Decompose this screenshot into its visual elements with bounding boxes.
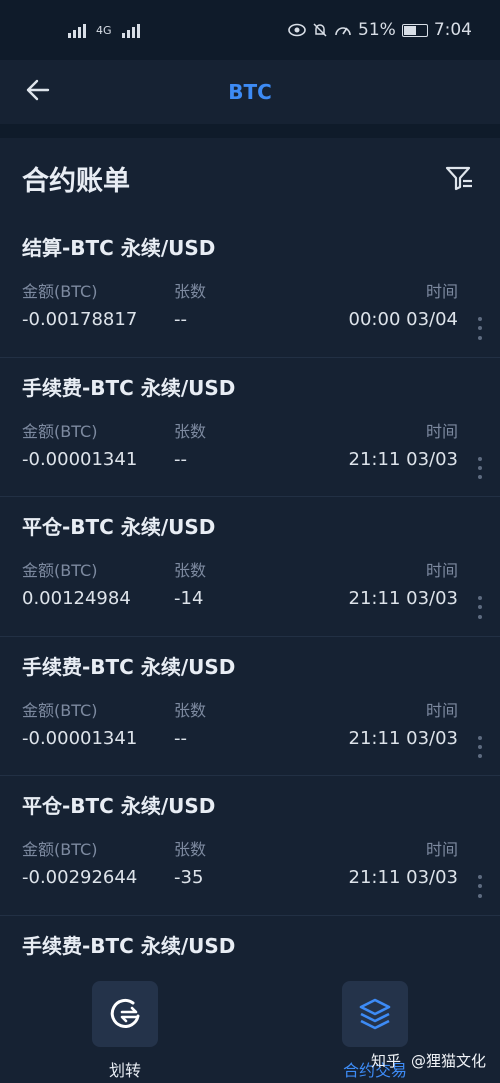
time-value: 21:11 03/03 xyxy=(348,727,458,749)
more-icon[interactable] xyxy=(472,733,488,761)
record-values: 0.00124984 -14 21:11 03/03 xyxy=(22,588,478,614)
count-value: -- xyxy=(174,309,187,330)
bottom-action-bar: 划转 合约交易 知乎 @狸猫文化 xyxy=(0,963,500,1083)
time-label: 时间 xyxy=(425,561,458,580)
page-title: BTC xyxy=(228,80,272,104)
record-title: 平仓-BTC 永续/USD xyxy=(22,794,216,818)
clock: 7:04 xyxy=(433,20,472,40)
record-labels: 金额(BTC) 张数 时间 xyxy=(22,836,478,859)
amount-value: -0.00001341 xyxy=(22,727,138,749)
battery-icon xyxy=(401,23,428,37)
record-title: 结算-BTC 永续/USD xyxy=(22,236,216,260)
time-label: 时间 xyxy=(425,282,458,301)
count-value: -- xyxy=(174,448,187,470)
list-item[interactable]: 结算-BTC 永续/USD 金额(BTC) 张数 时间 -0.00178817 … xyxy=(0,218,500,358)
section-header: 合约账单 xyxy=(0,138,500,218)
record-list: 结算-BTC 永续/USD 金额(BTC) 张数 时间 -0.00178817 … xyxy=(0,218,500,1055)
count-label: 张数 xyxy=(174,561,207,580)
list-item[interactable]: 平仓-BTC 永续/USD 金额(BTC) 张数 时间 -0.00292644 … xyxy=(0,776,500,916)
record-values: -0.00178817 -- 00:00 03/04 xyxy=(22,309,478,335)
more-icon[interactable] xyxy=(472,454,488,482)
record-labels: 金额(BTC) 张数 时间 xyxy=(22,697,478,720)
amount-label: 金额(BTC) xyxy=(22,561,98,580)
transfer-label: 划转 xyxy=(108,1061,141,1080)
signal-icon-2 xyxy=(121,22,140,38)
amount-label: 金额(BTC) xyxy=(22,282,98,301)
amount-value: -0.00001341 xyxy=(22,448,138,470)
mute-icon xyxy=(313,23,327,37)
layers-icon xyxy=(359,998,391,1030)
watermark-site: 知乎 xyxy=(370,1052,401,1070)
amount-label: 金额(BTC) xyxy=(22,421,98,441)
amount-value: -0.00292644 xyxy=(22,867,138,888)
battery-percent: 51% xyxy=(358,20,396,40)
count-label: 张数 xyxy=(174,282,207,301)
record-title: 手续费-BTC 永续/USD xyxy=(22,933,236,958)
record-title: 平仓-BTC 永续/USD xyxy=(22,515,216,539)
watermark-author: @狸猫文化 xyxy=(410,1052,486,1070)
list-item[interactable]: 手续费-BTC 永续/USD 金额(BTC) 张数 时间 -0.00001341… xyxy=(0,637,500,776)
record-labels: 金额(BTC) 张数 时间 xyxy=(22,278,478,301)
time-value: 21:11 03/03 xyxy=(348,867,458,888)
transfer-button[interactable]: 划转 xyxy=(92,981,158,1081)
record-values: -0.00292644 -35 21:11 03/03 xyxy=(22,867,478,893)
count-label: 张数 xyxy=(174,840,207,859)
time-label: 时间 xyxy=(425,840,458,859)
more-icon[interactable] xyxy=(472,594,488,622)
more-icon[interactable] xyxy=(472,873,488,901)
watermark: 知乎 @狸猫文化 xyxy=(371,1050,486,1071)
network-type: 4G xyxy=(96,23,112,37)
record-values: -0.00001341 -- 21:11 03/03 xyxy=(22,449,478,475)
count-label: 张数 xyxy=(174,421,207,441)
status-right: 51% 7:04 xyxy=(288,20,472,40)
signal-area: 4G xyxy=(68,22,140,38)
amount-value: -0.00178817 xyxy=(22,309,138,330)
amount-value: 0.00124984 xyxy=(22,588,131,609)
transfer-icon xyxy=(110,998,140,1028)
list-item[interactable]: 手续费-BTC 永续/USD 金额(BTC) 张数 时间 -0.00001341… xyxy=(0,358,500,497)
status-bar: 4G 51% 7:04 xyxy=(0,0,500,60)
signal-icon xyxy=(68,22,86,38)
filter-icon[interactable] xyxy=(444,163,474,193)
time-label: 时间 xyxy=(425,700,458,720)
speed-icon xyxy=(335,27,351,36)
arrow-left-icon xyxy=(26,79,50,101)
amount-label: 金额(BTC) xyxy=(22,840,98,859)
back-button[interactable] xyxy=(16,68,60,112)
record-values: -0.00001341 -- 21:11 03/03 xyxy=(22,728,478,754)
layers-icon-box xyxy=(342,981,408,1047)
record-labels: 金额(BTC) 张数 时间 xyxy=(22,418,478,441)
time-label: 时间 xyxy=(425,421,458,441)
list-item[interactable]: 平仓-BTC 永续/USD 金额(BTC) 张数 时间 0.00124984 -… xyxy=(0,497,500,637)
record-title: 手续费-BTC 永续/USD xyxy=(22,375,236,400)
time-value: 00:00 03/04 xyxy=(348,309,458,330)
bill-panel: 合约账单 结算-BTC 永续/USD 金额(BTC) 张数 时间 -0.0017… xyxy=(0,138,500,1083)
time-value: 21:11 03/03 xyxy=(348,448,458,470)
count-value: -14 xyxy=(174,588,204,609)
eye-icon xyxy=(288,23,306,37)
more-icon[interactable] xyxy=(472,315,488,343)
record-labels: 金额(BTC) 张数 时间 xyxy=(22,557,478,580)
nav-bar: BTC xyxy=(0,60,500,124)
time-value: 21:11 03/03 xyxy=(348,588,458,609)
count-value: -- xyxy=(174,727,187,749)
section-title: 合约账单 xyxy=(22,165,130,197)
record-title: 手续费-BTC 永续/USD xyxy=(22,654,236,679)
count-value: -35 xyxy=(174,867,204,888)
amount-label: 金额(BTC) xyxy=(22,700,98,720)
transfer-icon-box xyxy=(92,981,158,1047)
count-label: 张数 xyxy=(174,700,207,720)
